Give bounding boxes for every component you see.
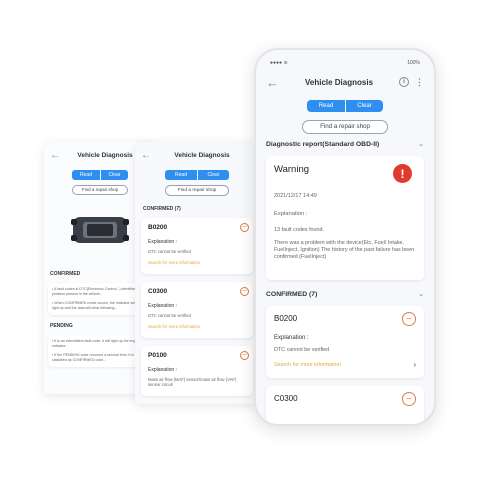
clear-button[interactable]: Clear	[345, 100, 383, 112]
clear-button[interactable]: Clear	[100, 170, 128, 180]
back-arrow-icon[interactable]: ←	[141, 150, 151, 161]
middle-header: ← Vehicle Diagnosis	[135, 142, 259, 168]
fault-detail-text: There was a problem with the device(Etc,…	[274, 240, 415, 260]
info-icon[interactable]: i	[399, 77, 409, 87]
explanation-label: Explanation :	[274, 211, 308, 217]
dtc-code: P0100	[148, 352, 167, 359]
status-bar: ●●●● ≋ 100%	[256, 50, 434, 66]
dtc-explanation-label: Explanation :	[148, 367, 177, 373]
read-button[interactable]: Read	[307, 100, 345, 112]
fault-count-text: 13 fault codes found.	[274, 227, 325, 233]
dtc-code: C0300	[148, 288, 168, 295]
clear-button[interactable]: Clear	[197, 170, 229, 180]
dtc-card[interactable]: B0200 − Explanation : DTC cannot be veri…	[266, 306, 424, 378]
dtc-description: DTC cannot be verified	[274, 347, 330, 353]
dtc-explanation-label: Explanation :	[148, 303, 177, 309]
pending-info-text-2: • If the PENDING code reoccurs a second …	[52, 353, 134, 362]
dtc-explanation-label: Explanation :	[274, 335, 309, 341]
collapse-icon[interactable]: −	[402, 392, 416, 406]
collapse-icon[interactable]: −	[240, 223, 249, 232]
chevron-down-icon[interactable]: ⌄	[418, 290, 424, 298]
confirmed-count-label: CONFIRMED (7)	[266, 290, 318, 298]
dtc-code: B0200	[274, 314, 298, 323]
collapse-icon[interactable]: −	[240, 287, 249, 296]
read-button[interactable]: Read	[165, 170, 197, 180]
collapse-icon[interactable]: −	[240, 351, 249, 360]
status-battery: 100%	[407, 60, 420, 66]
find-repair-shop-button[interactable]: Find a repair shop	[72, 185, 128, 195]
dtc-card[interactable]: C0300 − Explanation : DTC cannot be veri…	[141, 282, 253, 338]
more-options-icon[interactable]: ⋮	[415, 77, 424, 88]
confirmed-info-text-1: • A fault codes in DTC(Electronic Contro…	[52, 287, 139, 296]
confirmed-info-text-2: • When CONFIRMED mode occurs, the indica…	[52, 301, 142, 310]
warning-date: 2021/12/17 14:49	[274, 193, 317, 199]
report-title: Diagnostic report(Standard OBD-II)	[266, 140, 380, 148]
search-more-link[interactable]: Search for more information	[274, 362, 341, 368]
dtc-description: DTC cannot be verified	[148, 249, 191, 254]
warning-card: Warning ! 2021/12/17 14:49 Explanation :…	[266, 156, 424, 280]
back-arrow-icon[interactable]: ←	[50, 150, 60, 161]
chevron-right-icon[interactable]: ›	[413, 360, 416, 369]
front-phone-screen: ●●●● ≋ 100% ← Vehicle Diagnosis i ⋮ Read…	[254, 48, 436, 426]
confirmed-header[interactable]: CONFIRMED (7) ⌄	[256, 290, 434, 299]
back-arrow-icon[interactable]: ←	[266, 75, 279, 90]
page-title: Vehicle Diagnosis	[174, 151, 230, 159]
dtc-description: Mass air flow (MAF) sensor/mass air flow…	[148, 377, 237, 387]
confirmed-count-label: CONFIRMED (7)	[143, 206, 181, 212]
dtc-card[interactable]: C0300 −	[266, 386, 424, 424]
collapse-icon[interactable]: −	[402, 312, 416, 326]
car-illustration	[69, 211, 131, 249]
page-title: Vehicle Diagnosis	[304, 77, 374, 87]
read-button[interactable]: Read	[72, 170, 100, 180]
dtc-card[interactable]: P0100 − Explanation : Mass air flow (MAF…	[141, 346, 253, 396]
report-header[interactable]: Diagnostic report(Standard OBD-II) ⌄	[256, 140, 434, 149]
search-more-row[interactable]: Search for more information ›	[274, 360, 416, 369]
dtc-code: B0200	[148, 224, 168, 231]
search-more-link[interactable]: Search for more information	[148, 324, 246, 329]
chevron-down-icon[interactable]: ⌄	[418, 140, 424, 148]
dtc-explanation-label: Explanation :	[148, 239, 177, 245]
front-header: ← Vehicle Diagnosis i ⋮	[256, 70, 434, 94]
find-repair-shop-button[interactable]: Find a repair shop	[165, 185, 229, 196]
dtc-card[interactable]: B0200 − Explanation : DTC cannot be veri…	[141, 218, 253, 274]
dtc-description: DTC cannot be verified	[148, 313, 191, 318]
middle-phone-screen: ← Vehicle Diagnosis Read Clear Find a re…	[135, 142, 259, 404]
warning-alert-icon: !	[393, 164, 412, 183]
dtc-code: C0300	[274, 394, 298, 403]
search-more-link[interactable]: Search for more information	[148, 260, 246, 265]
pending-info-text-1: • It is an intermittent fault code, it w…	[52, 339, 141, 348]
status-signal: ●●●● ≋	[270, 60, 288, 66]
find-repair-shop-button[interactable]: Find a repair shop	[302, 120, 388, 134]
